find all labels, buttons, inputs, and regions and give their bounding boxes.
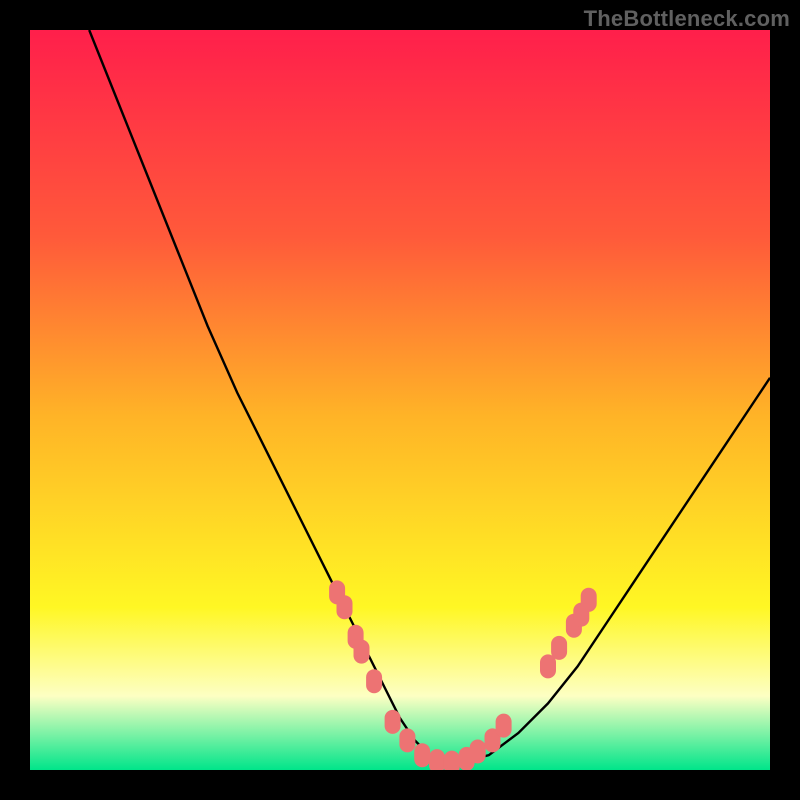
gradient-background	[30, 30, 770, 770]
data-marker	[496, 714, 512, 738]
data-marker	[354, 640, 370, 664]
data-marker	[470, 740, 486, 764]
data-marker	[399, 728, 415, 752]
data-marker	[540, 654, 556, 678]
data-marker	[444, 751, 460, 770]
data-marker	[385, 710, 401, 734]
chart-frame	[30, 30, 770, 770]
data-marker	[414, 743, 430, 767]
data-marker	[429, 749, 445, 770]
attribution-label: TheBottleneck.com	[584, 6, 790, 32]
bottleneck-chart	[30, 30, 770, 770]
data-marker	[366, 669, 382, 693]
data-marker	[337, 595, 353, 619]
data-marker	[551, 636, 567, 660]
data-marker	[581, 588, 597, 612]
